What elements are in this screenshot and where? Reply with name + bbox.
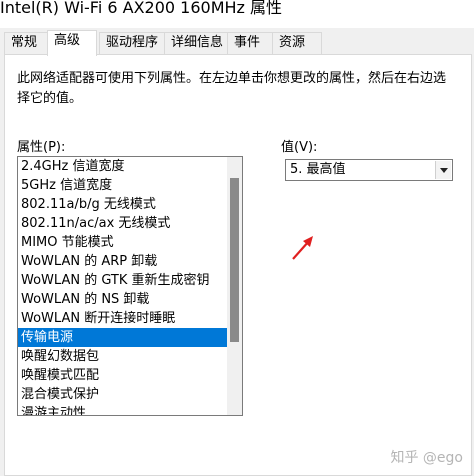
value-dropdown[interactable]: 5. 最高值 — [285, 159, 453, 181]
property-list-item[interactable]: 5GHz 信道宽度 — [18, 176, 227, 195]
tab-general[interactable]: 常规 — [4, 32, 48, 54]
property-list-item[interactable]: WoWLAN 的 NS 卸载 — [18, 290, 227, 309]
tab-driver[interactable]: 驱动程序 — [99, 32, 165, 54]
property-list-item[interactable]: 唤醒模式匹配 — [18, 366, 227, 385]
annotation-arrow-icon — [292, 236, 313, 260]
advanced-panel: 此网络适配器可使用下列属性。在左边单击你想更改的属性，然后在右边选择它的值。 属… — [4, 54, 472, 476]
window-title: Intel(R) Wi-Fi 6 AX200 160MHz 属性 — [0, 0, 283, 17]
property-list-item[interactable]: 传输电源 — [18, 328, 227, 347]
property-list-item[interactable]: WoWLAN 的 GTK 重新生成密钥 — [18, 271, 227, 290]
property-list-item[interactable]: 漫游主动性 — [18, 404, 227, 415]
property-list-item[interactable]: 唤醒幻数据包 — [18, 347, 227, 366]
property-label: 属性(P): — [17, 140, 66, 155]
property-list-item[interactable]: 2.4GHz 信道宽度 — [18, 157, 227, 176]
property-list[interactable]: 2.4GHz 信道宽度 5GHz 信道宽度 802.11a/b/g 无线模式 802.… — [17, 156, 243, 416]
property-list-item[interactable]: 混合模式保护 — [18, 385, 227, 404]
property-list-item[interactable]: MIMO 节能模式 — [18, 233, 227, 252]
property-list-item[interactable]: 802.11a/b/g 无线模式 — [18, 195, 227, 214]
value-label: 值(V): — [281, 140, 318, 155]
property-list-item[interactable]: 802.11n/ac/ax 无线模式 — [18, 214, 227, 233]
title-bar: Intel(R) Wi-Fi 6 AX200 160MHz 属性 — [0, 0, 474, 28]
property-list-item[interactable]: WoWLAN 的 ARP 卸载 — [18, 252, 227, 271]
value-dropdown-text: 5. 最高值 — [290, 162, 346, 177]
chevron-down-icon[interactable] — [435, 161, 451, 179]
tab-bar: 常规 高级 驱动程序 详细信息 事件 资源 — [0, 30, 474, 56]
tab-events[interactable]: 事件 — [227, 32, 273, 54]
property-list-scrollbar[interactable] — [227, 157, 242, 415]
scrollbar-thumb[interactable] — [230, 178, 239, 342]
description-text: 此网络适配器可使用下列属性。在左边单击你想更改的属性，然后在右边选择它的值。 — [17, 71, 447, 106]
tab-details[interactable]: 详细信息 — [164, 32, 228, 54]
watermark: 知乎 @ego — [390, 450, 463, 466]
tab-advanced[interactable]: 高级 — [47, 30, 97, 56]
property-list-item[interactable]: WoWLAN 断开连接时睡眠 — [18, 309, 227, 328]
tab-resources[interactable]: 资源 — [272, 32, 322, 54]
